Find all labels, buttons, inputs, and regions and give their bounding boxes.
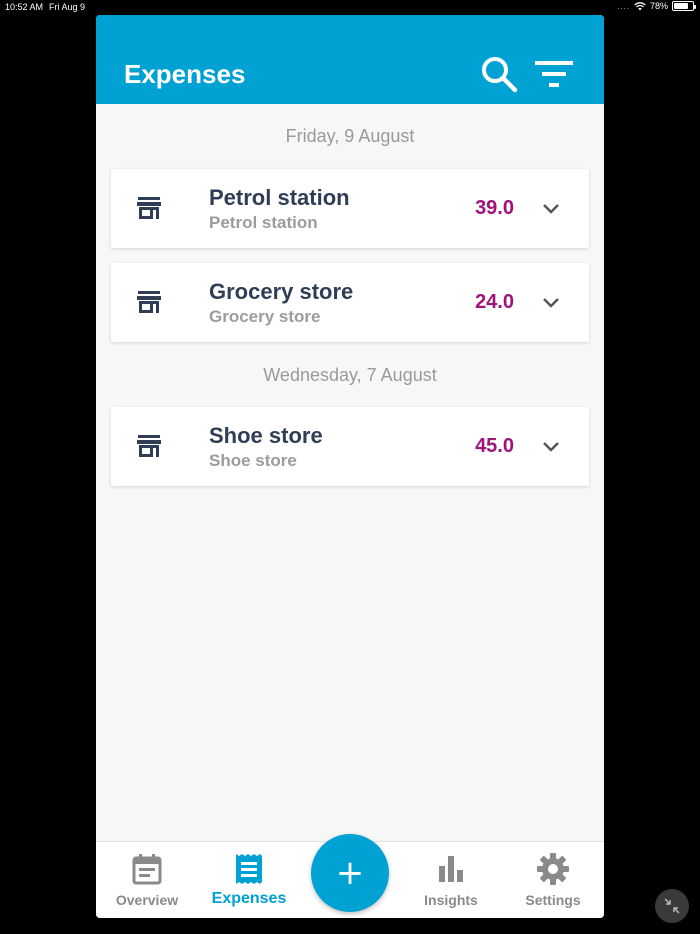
nav-item-insights[interactable]: Insights (401, 852, 501, 908)
status-date: Fri Aug 9 (49, 2, 86, 12)
expense-item[interactable]: Shoe store Shoe store 45.0 (111, 407, 589, 486)
nav-label-settings: Settings (525, 892, 581, 908)
expense-amount: 24.0 (475, 291, 514, 313)
expense-item[interactable]: Grocery store Grocery store 24.0 (111, 263, 589, 342)
chevron-down-icon[interactable] (541, 201, 561, 215)
store-icon (137, 197, 161, 219)
battery-percent: 78% (649, 1, 668, 11)
expense-amount: 39.0 (475, 197, 514, 219)
store-icon (137, 435, 161, 457)
app-bar: Expenses (96, 15, 604, 104)
signal-icon: .... (617, 1, 630, 11)
date-header: Wednesday, 7 August (263, 365, 437, 385)
battery-icon (672, 1, 696, 11)
status-time: 10:52 AM (5, 2, 44, 12)
nav-label-overview: Overview (115, 892, 179, 908)
expense-category: Petrol station (209, 213, 318, 232)
page-title: Expenses (124, 59, 246, 89)
expense-category: Shoe store (209, 451, 297, 470)
add-expense-button[interactable]: + (311, 834, 389, 912)
receipt-icon (236, 854, 262, 884)
expense-category: Grocery store (209, 307, 321, 326)
filter-icon[interactable] (533, 57, 575, 91)
wifi-icon (634, 1, 646, 10)
status-indicators: .... 78% (617, 1, 696, 11)
nav-item-overview[interactable]: Overview (97, 852, 197, 908)
gear-icon (537, 853, 569, 885)
expense-name: Petrol station (209, 185, 350, 210)
search-icon[interactable] (480, 55, 518, 93)
calendar-icon (132, 854, 162, 885)
expense-amount: 45.0 (475, 435, 514, 457)
app-window: Expenses Friday, 9 August Petrol station… (96, 15, 604, 918)
expense-name: Grocery store (209, 279, 354, 304)
bar-chart-icon (439, 856, 463, 882)
nav-label-expenses: Expenses (211, 890, 287, 907)
chevron-down-icon[interactable] (541, 295, 561, 309)
battery-fill (674, 3, 689, 9)
resize-icon[interactable] (655, 889, 689, 923)
collapse-arrows-icon (664, 898, 680, 914)
expense-item[interactable]: Petrol station Petrol station 39.0 (111, 169, 589, 248)
chevron-down-icon[interactable] (541, 439, 561, 453)
nav-item-expenses[interactable]: Expenses (199, 852, 299, 908)
expense-name: Shoe store (209, 423, 323, 448)
date-header: Friday, 9 August (285, 126, 415, 146)
store-icon (137, 291, 161, 313)
nav-label-insights: Insights (424, 892, 478, 908)
status-bar: 10:52 AM Fri Aug 9 .... 78% (0, 0, 700, 14)
nav-item-settings[interactable]: Settings (503, 852, 603, 908)
